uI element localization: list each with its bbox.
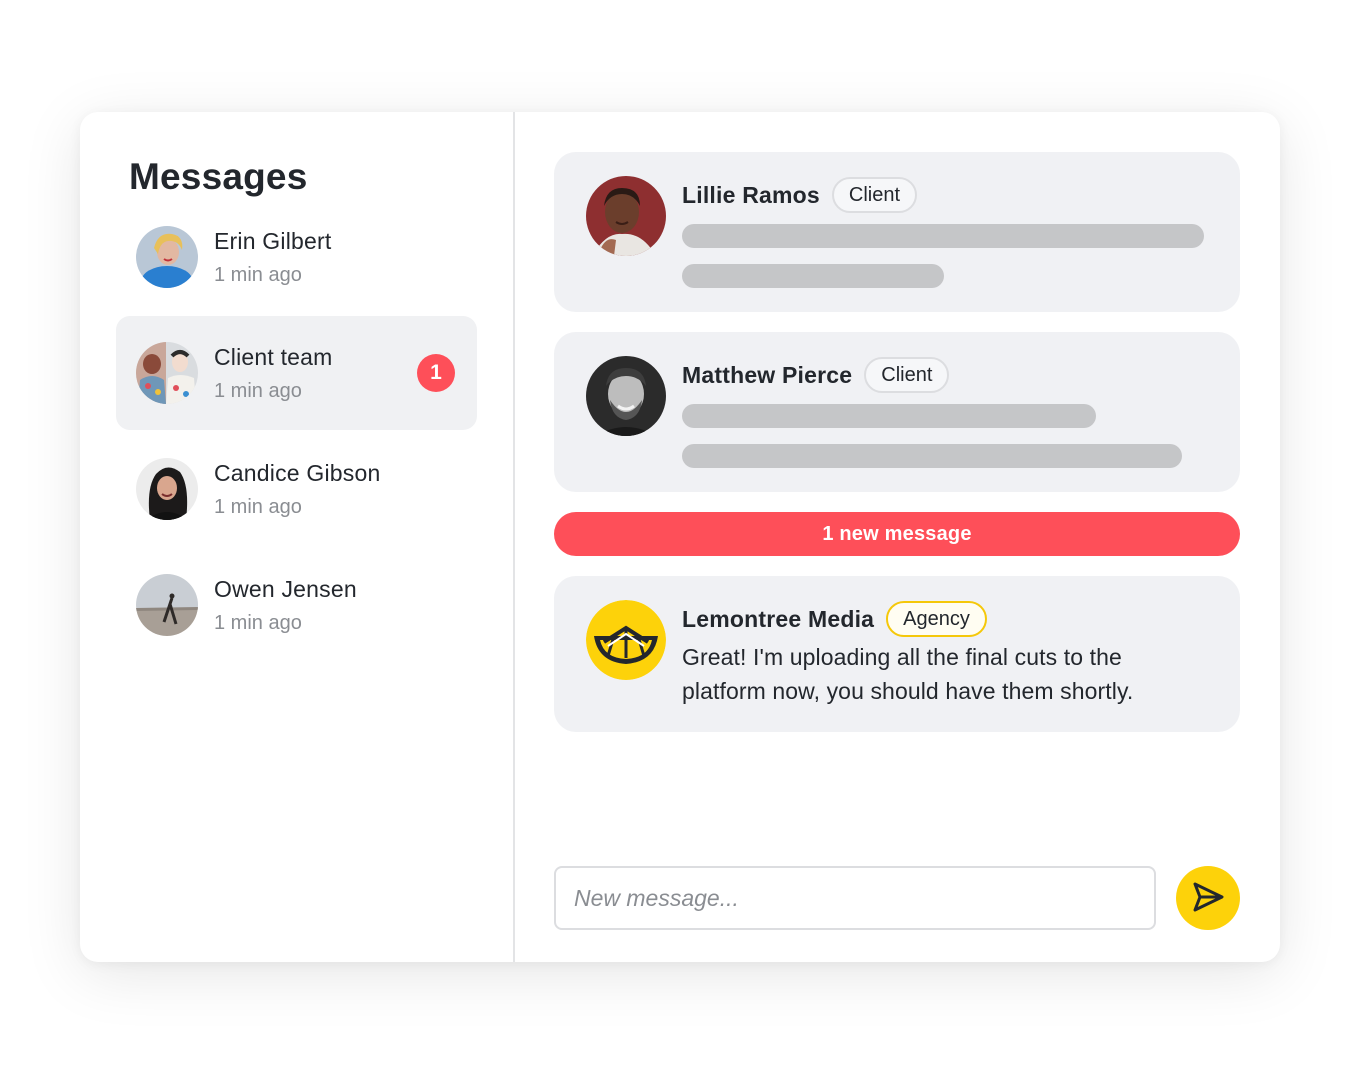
conversation-time: 1 min ago [214,379,302,402]
sidebar-title: Messages [129,156,308,197]
message-placeholder-line [682,224,1204,248]
send-icon [1191,880,1225,917]
unread-count-badge: 1 [417,354,455,392]
conversation-sidebar: Messages Erin Gilbert 1 min ago Client t… [80,112,515,962]
conversation-item-owen-jensen[interactable]: Owen Jensen 1 min ago [116,548,477,662]
avatar [586,176,666,256]
avatar [136,226,198,288]
message-text: Great! I'm uploading all the final cuts … [682,644,1134,704]
message-placeholder-line [682,404,1096,428]
conversation-item-erin-gilbert[interactable]: Erin Gilbert 1 min ago [116,200,477,314]
sender-role-tag: Client [831,177,918,213]
message-card-lemontree-media[interactable]: Lemontree Media Agency Great! I'm upload… [554,576,1240,732]
sender-name: Lemontree Media [682,605,875,632]
send-button[interactable] [1176,866,1240,930]
conversation-list: Erin Gilbert 1 min ago Client team 1 min… [116,200,477,662]
sender-role-tag: Agency [886,601,987,637]
message-placeholder-line [682,264,944,288]
sender-name: Lillie Ramos [682,181,820,208]
conversation-item-client-team[interactable]: Client team 1 min ago 1 [116,316,477,430]
conversation-item-candice-gibson[interactable]: Candice Gibson 1 min ago [116,432,477,546]
new-message-banner[interactable]: 1 new message [554,512,1240,556]
conversation-time: 1 min ago [214,263,302,286]
messages-window: Messages Erin Gilbert 1 min ago Client t… [80,112,1280,962]
conversation-time: 1 min ago [214,495,302,518]
new-message-input[interactable] [554,866,1156,930]
conversation-name: Owen Jensen [214,575,357,602]
conversation-name: Candice Gibson [214,459,381,486]
conversation-name: Client team [214,343,333,370]
avatar [136,574,198,636]
lemon-slice-icon [586,600,666,680]
message-card-lillie-ramos[interactable]: Lillie Ramos Client [554,152,1240,312]
conversation-time: 1 min ago [214,611,302,634]
message-placeholder-line [682,444,1182,468]
sender-role-tag: Client [864,357,950,393]
sender-name: Matthew Pierce [682,361,853,388]
message-thread: Lillie Ramos Client Matthew Pierce Clien… [515,112,1280,962]
avatar [136,342,198,404]
conversation-name: Erin Gilbert [214,227,332,254]
message-composer [554,866,1240,930]
avatar [586,356,666,436]
avatar [136,458,198,520]
message-card-matthew-pierce[interactable]: Matthew Pierce Client [554,332,1240,492]
